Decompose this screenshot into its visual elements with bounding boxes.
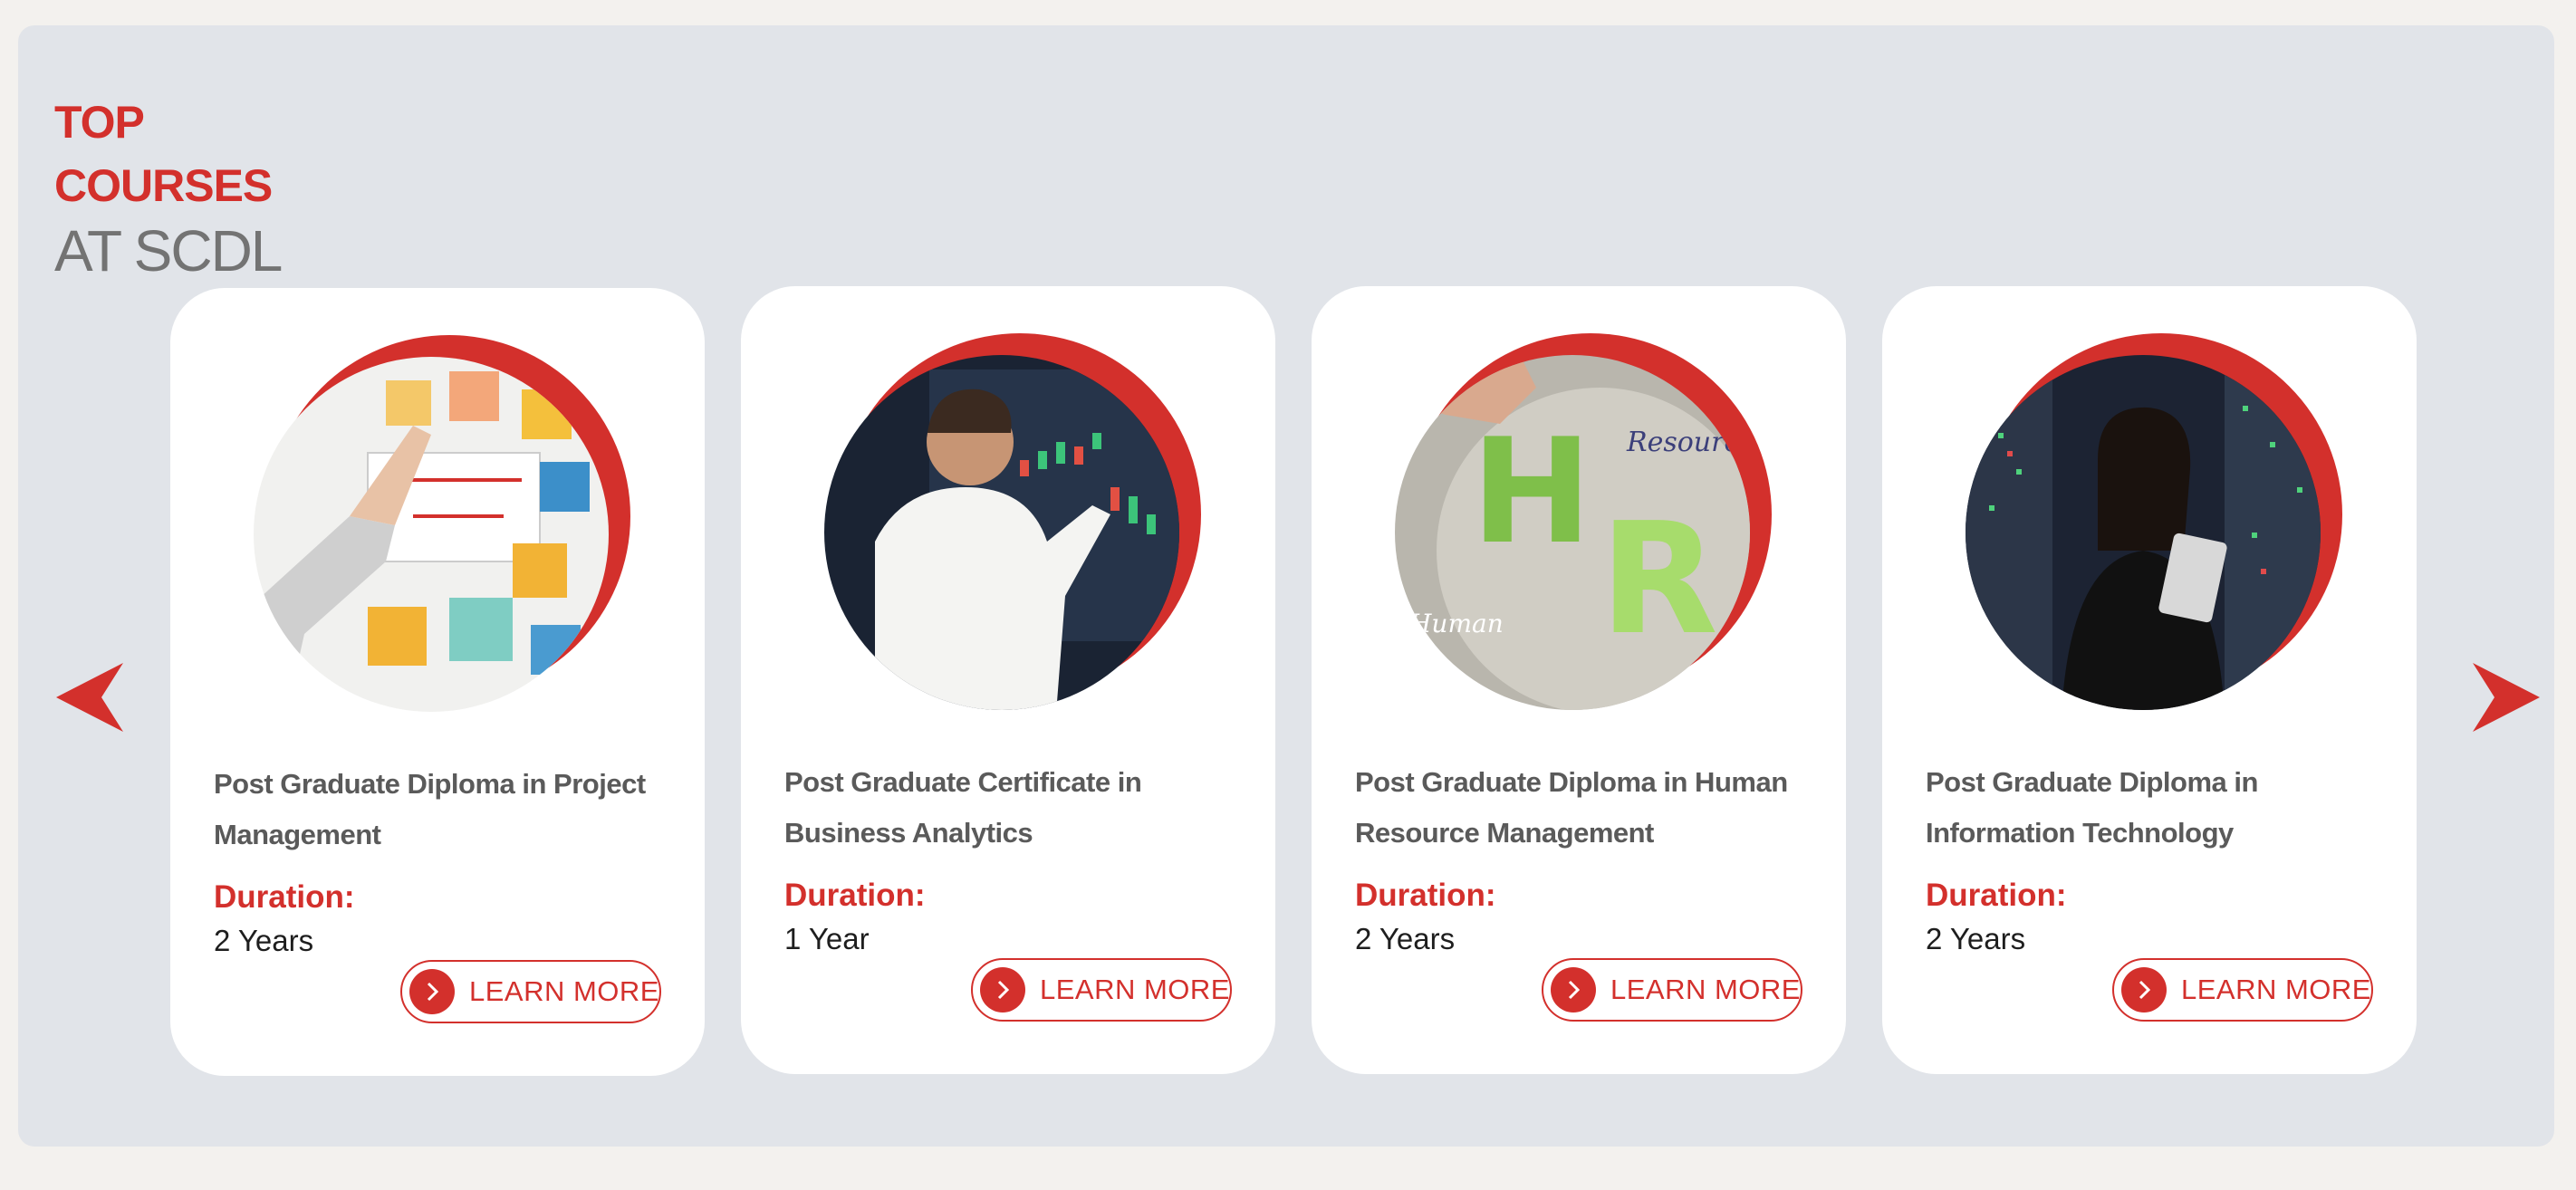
image-word-human: Human [1408,609,1504,638]
course-image [1962,333,2342,714]
triangle-right-icon [2473,663,2540,732]
triangle-left-icon [56,663,123,732]
learn-more-button[interactable]: LEARN MORE [2112,958,2373,1022]
course-title: Post Graduate Certificate in Business An… [784,766,1142,849]
duration-value: 2 Years [1926,922,2026,955]
course-image: H R Resource Human [1391,333,1772,714]
top-courses-section: TOP COURSES AT SCDL Post Graduate Diplom… [18,25,2554,1147]
learn-more-button[interactable]: LEARN MORE [1542,958,1802,1022]
course-image [250,335,630,715]
carousel-next-button[interactable] [2464,659,2545,741]
course-card-human-resource: H R Resource Human Post Graduate Diploma… [1312,286,1846,1074]
learn-more-button[interactable]: LEARN MORE [971,958,1232,1022]
heading-line-courses: COURSES [54,160,273,211]
chevron-right-icon [2121,967,2167,1012]
duration-label: Duration: [784,878,926,913]
duration-value: 2 Years [214,924,314,957]
course-title: Post Graduate Diploma in Human Resource … [1355,766,1788,849]
chevron-right-icon [1551,967,1596,1012]
learn-more-label: LEARN MORE [1040,974,1230,1005]
image-letter-r: R [1600,490,1718,669]
course-card-project-management: Post Graduate Diploma in Project Managem… [170,288,705,1076]
course-card-business-analytics: Post Graduate Certificate in Business An… [741,286,1275,1074]
section-heading: TOP COURSES AT SCDL [54,91,283,284]
carousel-prev-button[interactable] [51,659,132,741]
heading-line-top: TOP [54,97,145,148]
heading-line-at-scdl: AT SCDL [54,218,283,283]
duration-value: 1 Year [784,922,870,955]
chevron-right-icon [409,969,455,1014]
learn-more-label: LEARN MORE [1610,974,1801,1005]
course-image [821,333,1201,714]
learn-more-button[interactable]: LEARN MORE [400,960,661,1023]
duration-label: Duration: [1355,878,1496,913]
duration-label: Duration: [214,879,355,915]
course-card-information-technology: Post Graduate Diploma in Information Tec… [1882,286,2417,1074]
learn-more-label: LEARN MORE [469,975,659,1007]
chevron-right-icon [980,967,1025,1012]
duration-value: 2 Years [1355,922,1456,955]
duration-label: Duration: [1926,878,2067,913]
learn-more-label: LEARN MORE [2181,974,2371,1005]
course-title: Post Graduate Diploma in Project Managem… [214,768,646,850]
image-letter-h: H [1471,407,1592,576]
course-title: Post Graduate Diploma in Information Tec… [1926,766,2258,849]
